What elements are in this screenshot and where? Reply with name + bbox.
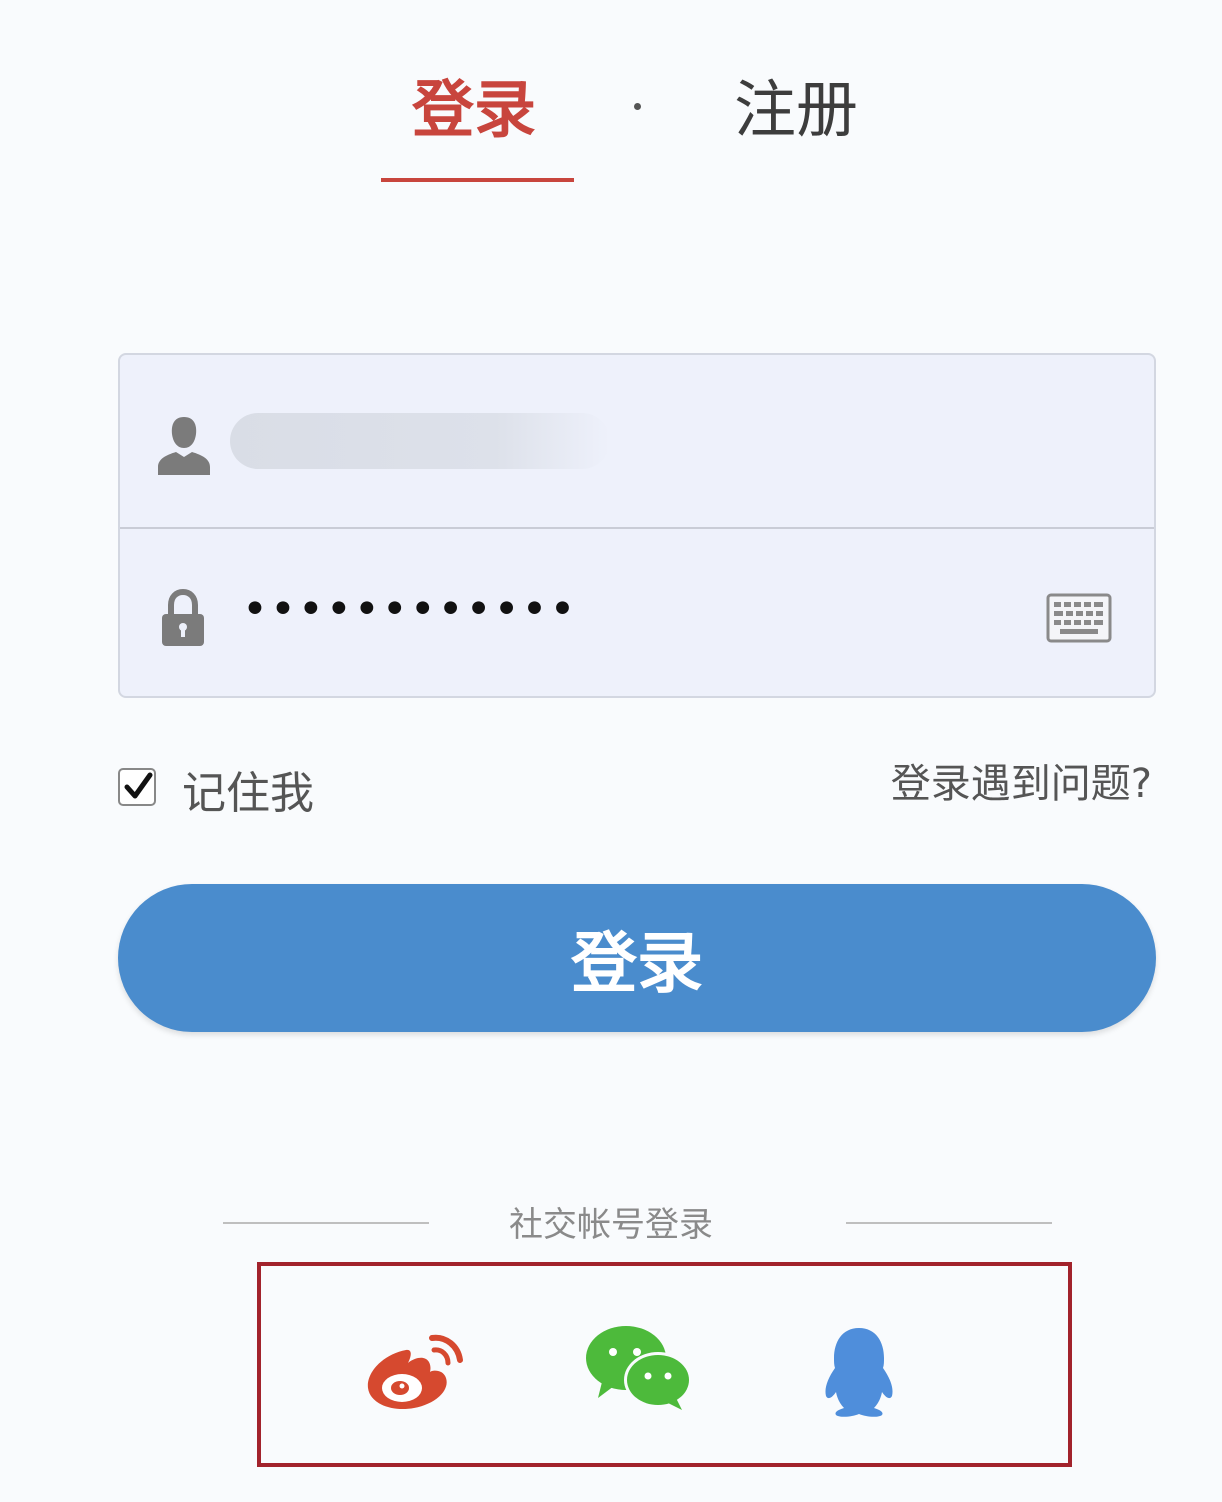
tab-register[interactable]: 注册 bbox=[734, 70, 858, 150]
password-input[interactable] bbox=[242, 569, 942, 649]
qq-icon[interactable] bbox=[818, 1326, 900, 1418]
login-button[interactable]: 登录 bbox=[118, 884, 1156, 1032]
weibo-icon[interactable] bbox=[362, 1330, 468, 1414]
remember-label: 记住我 bbox=[182, 768, 314, 819]
auth-tabs: 登录 注册 bbox=[0, 0, 1222, 200]
login-form bbox=[118, 353, 1156, 698]
lock-icon bbox=[162, 589, 204, 646]
tab-login[interactable]: 登录 bbox=[412, 70, 536, 150]
keyboard-icon[interactable] bbox=[1046, 593, 1112, 643]
username-row bbox=[120, 355, 1154, 525]
user-icon bbox=[158, 417, 210, 475]
check-icon bbox=[124, 772, 153, 799]
divider-line-right bbox=[846, 1222, 1052, 1224]
social-login-title: 社交帐号登录 bbox=[509, 1205, 713, 1245]
password-row bbox=[120, 529, 1154, 699]
username-input[interactable] bbox=[230, 413, 610, 469]
tab-separator-dot bbox=[634, 103, 641, 110]
login-trouble-link[interactable]: 登录遇到问题? bbox=[891, 756, 1152, 812]
wechat-icon[interactable] bbox=[584, 1324, 694, 1412]
active-tab-underline bbox=[381, 178, 574, 182]
remember-checkbox[interactable] bbox=[118, 768, 156, 806]
